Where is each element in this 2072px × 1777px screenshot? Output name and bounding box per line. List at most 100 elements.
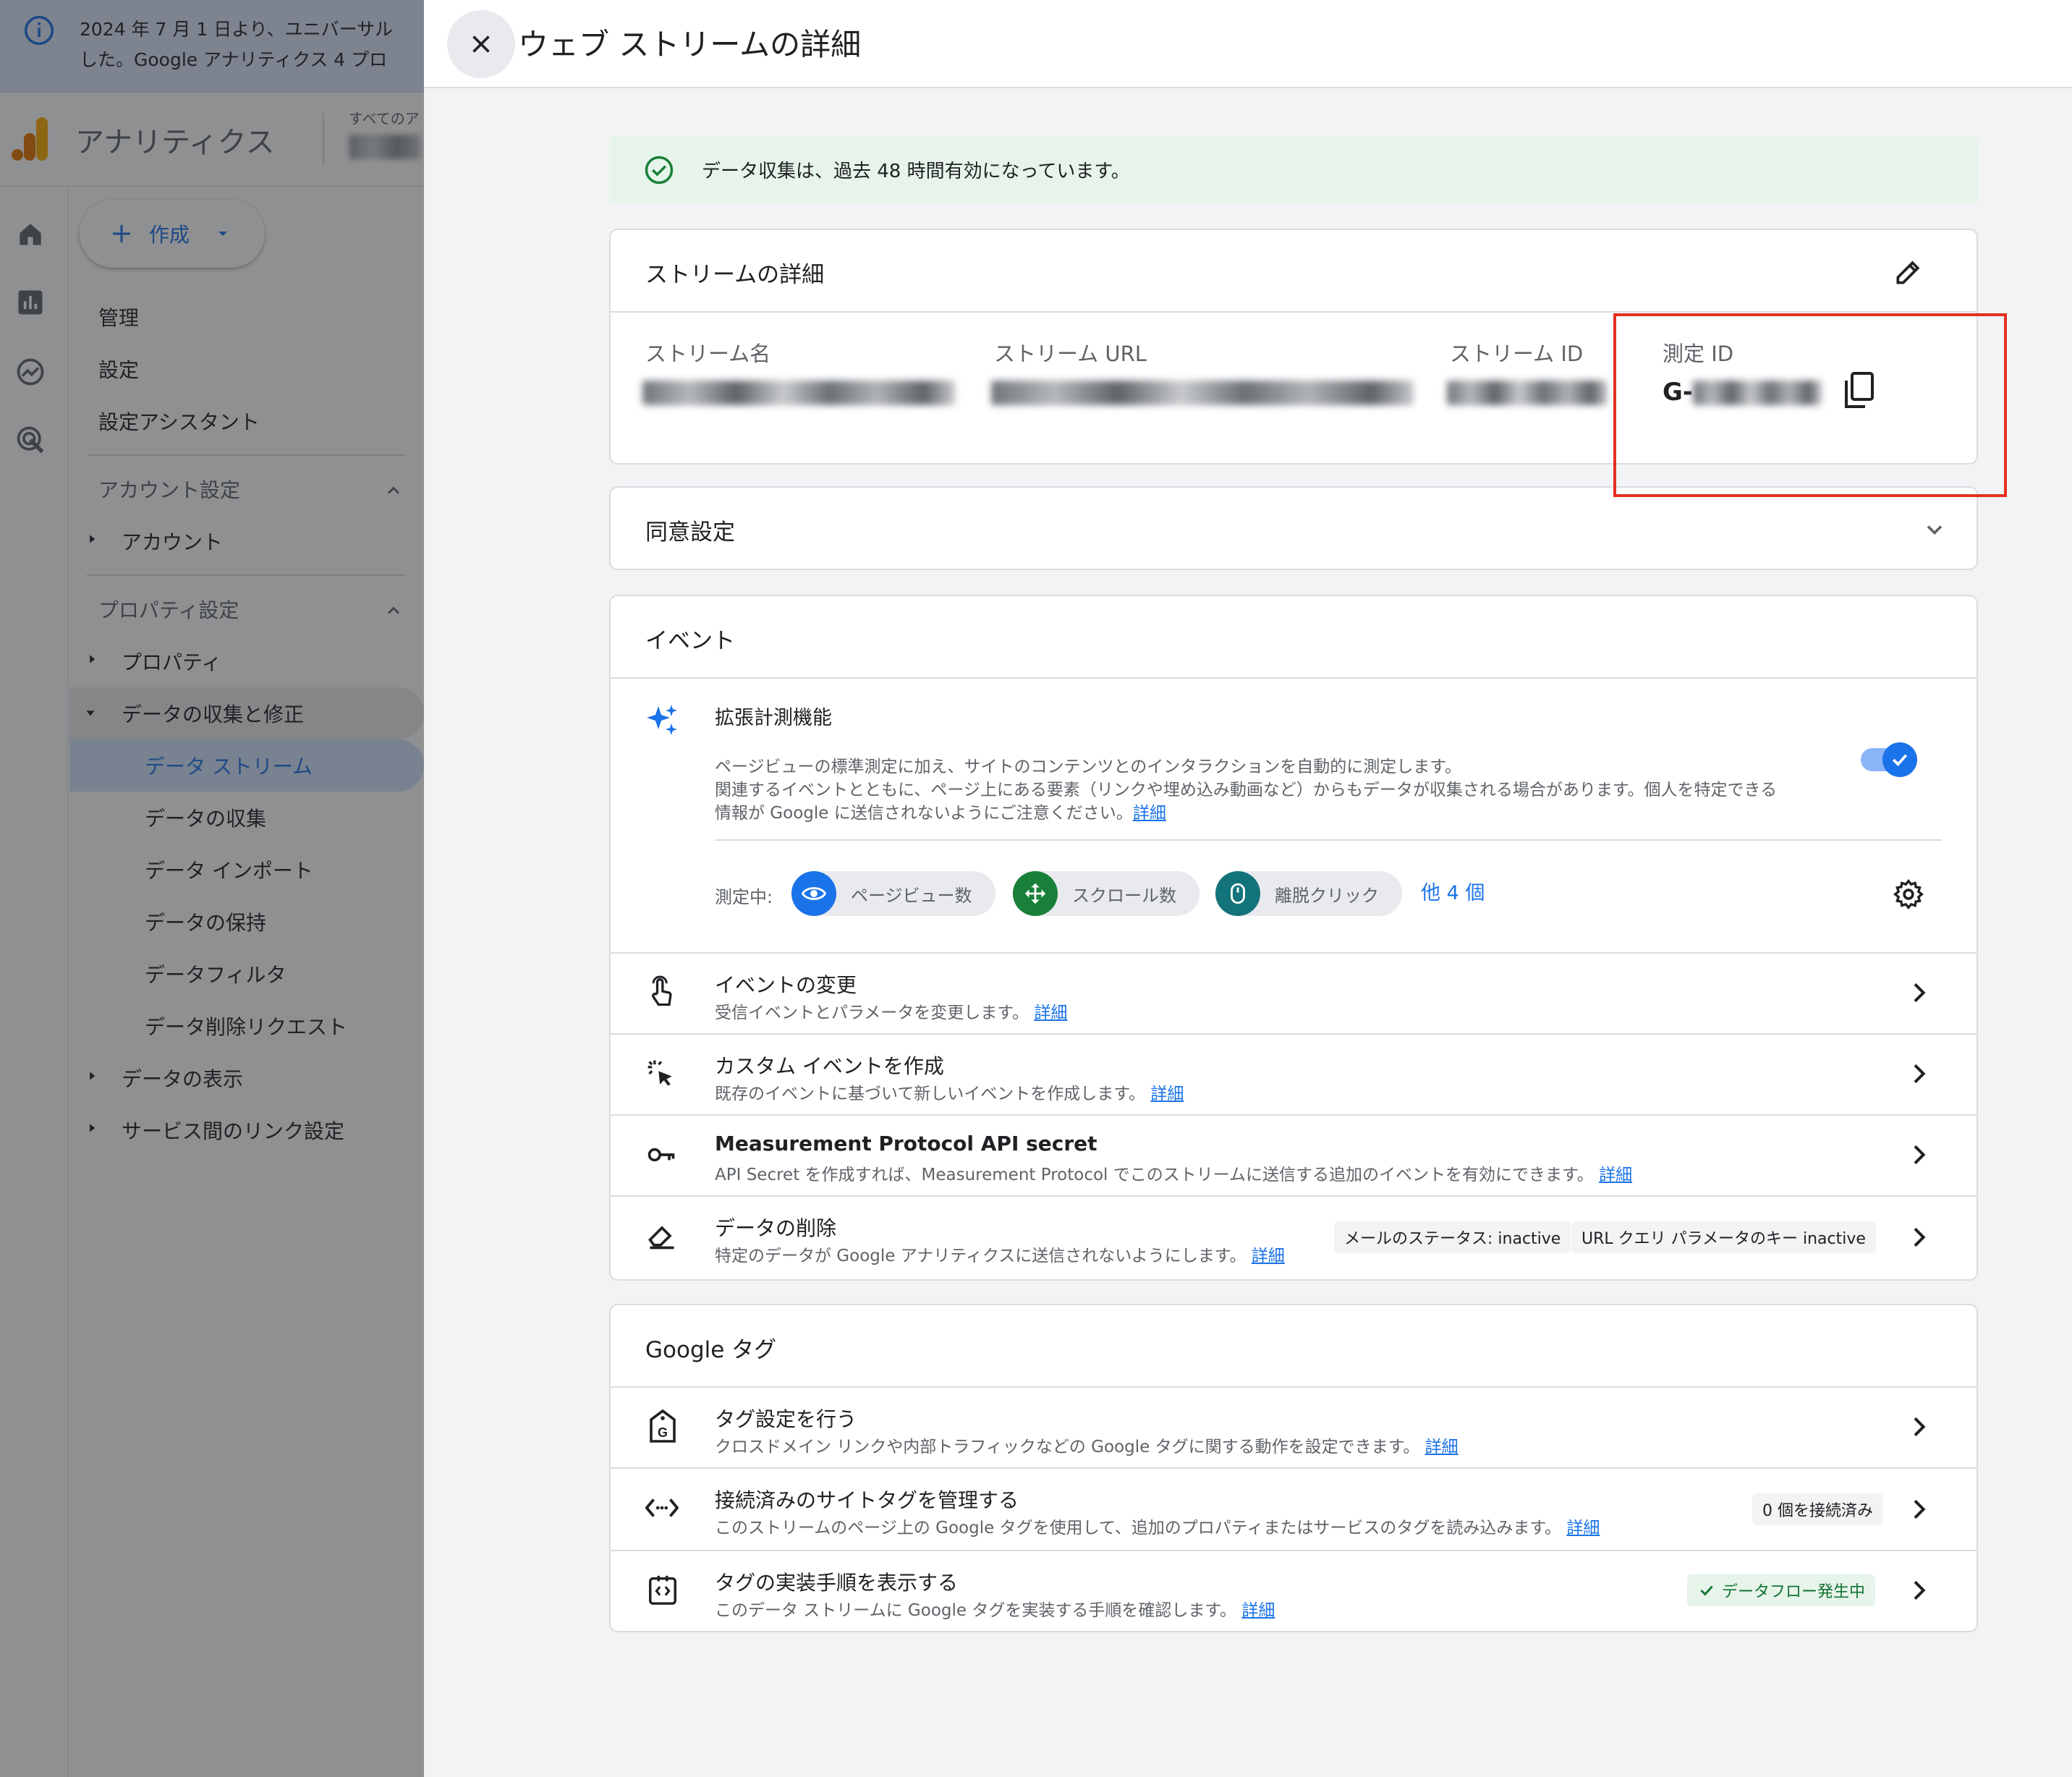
chevron-right-icon[interactable] — [1904, 978, 1933, 1007]
outbound-clicks-chip-label: 離脱クリック — [1275, 885, 1379, 906]
gear-icon[interactable] — [1893, 878, 1924, 910]
modify-events-desc-text: 受信イベントとパラメータを変更します。 — [715, 1004, 1029, 1022]
close-icon — [472, 35, 490, 53]
measurement-protocol-learn-more-link[interactable]: 詳細 — [1599, 1166, 1632, 1184]
measurement-protocol-row[interactable]: Measurement Protocol API secret API Secr… — [611, 1116, 1977, 1195]
create-custom-event-desc: 既存のイベントに基づいて新しいイベントを作成します。 詳細 — [715, 1080, 1184, 1104]
enhanced-measurement-desc-2: 関連するイベントとともに、ページ上にある要素（リンクや埋め込み動画など）からもデ… — [715, 781, 1778, 800]
stream-url-value-redacted — [991, 381, 1414, 405]
manage-connected-site-tags-row[interactable]: 接続済みのサイトタグを管理する このストリームのページ上の Google タグを… — [611, 1469, 1977, 1550]
code-box-icon — [647, 1573, 679, 1606]
data-redaction-title: データの削除 — [715, 1216, 837, 1240]
page-views-chip: ページビュー数 — [791, 871, 995, 916]
chevron-right-icon[interactable] — [1904, 1223, 1933, 1252]
measurement-protocol-desc: API Secret を作成すれば、Measurement Protocol で… — [715, 1161, 1632, 1185]
measurement-protocol-title: Measurement Protocol API secret — [715, 1132, 1097, 1155]
edit-pencil-icon[interactable] — [1893, 256, 1924, 288]
events-card: イベント 拡張計測機能 ページビューの標準測定に加え、サイトのコンテンツとのイン… — [609, 595, 1978, 1281]
eye-icon — [791, 871, 836, 916]
measuring-label: 測定中: — [715, 887, 773, 907]
configure-tag-settings-title: タグ設定を行う — [715, 1407, 857, 1431]
scroll-icon — [1013, 871, 1058, 916]
data-flowing-badge-text: データフロー発生中 — [1722, 1583, 1866, 1601]
measurement-protocol-desc-text: API Secret を作成すれば、Measurement Protocol で… — [715, 1166, 1594, 1184]
click-cursor-icon — [645, 1058, 677, 1090]
more-events-link[interactable]: 他 4 個 — [1421, 877, 1485, 905]
data-redaction-row[interactable]: データの削除 特定のデータが Google アナリティクスに送信されないようにし… — [611, 1197, 1977, 1278]
view-tag-instructions-learn-more-link[interactable]: 詳細 — [1241, 1601, 1275, 1620]
create-custom-event-title: カスタム イベントを作成 — [715, 1054, 944, 1078]
configure-tag-settings-row[interactable]: G タグ設定を行う クロスドメイン リンクや内部トラフィックなどの Google… — [611, 1388, 1977, 1467]
modify-events-learn-more-link[interactable]: 詳細 — [1034, 1004, 1067, 1022]
chevron-right-icon[interactable] — [1904, 1412, 1933, 1441]
toggle-knob-check-icon — [1882, 742, 1917, 777]
create-custom-event-desc-text: 既存のイベントに基づいて新しいイベントを作成します。 — [715, 1085, 1146, 1103]
enhanced-learn-more-link[interactable]: 詳細 — [1133, 804, 1166, 823]
code-arrows-icon — [645, 1493, 679, 1522]
manage-connected-site-tags-desc: このストリームのページ上の Google タグを使用して、追加のプロパティまたは… — [715, 1514, 1600, 1538]
data-redaction-desc-text: 特定のデータが Google アナリティクスに送信されないようにします。 — [715, 1247, 1247, 1265]
close-button[interactable] — [447, 10, 515, 78]
enhanced-measurement-desc-1: ページビューの標準測定に加え、サイトのコンテンツとのインタラクションを自動的に測… — [715, 758, 1462, 776]
modify-events-title: イベントの変更 — [715, 973, 857, 997]
sparkle-icon — [645, 702, 680, 737]
key-icon — [645, 1139, 677, 1171]
manage-connected-site-tags-desc-text: このストリームのページ上の Google タグを使用して、追加のプロパティまたは… — [715, 1519, 1562, 1538]
measurement-id-highlight-box — [1613, 313, 2007, 497]
view-tag-instructions-desc: このデータ ストリームに Google タグを実装する手順を確認します。 詳細 — [715, 1596, 1275, 1621]
enhanced-measurement-desc-3: 情報が Google に送信されないようにご注意ください。詳細 — [715, 799, 1166, 823]
card-divider — [611, 311, 1977, 313]
inner-divider — [715, 839, 1942, 841]
configure-tag-learn-more-link[interactable]: 詳細 — [1425, 1438, 1459, 1456]
enhanced-measurement-toggle[interactable] — [1861, 742, 1917, 777]
google-tag-card: Google タグ G タグ設定を行う クロスドメイン リンクや内部トラフィック… — [609, 1304, 1978, 1632]
view-tag-instructions-title: タグの実装手順を表示する — [715, 1571, 959, 1595]
stream-id-value-redacted — [1447, 381, 1608, 405]
modify-events-row[interactable]: イベントの変更 受信イベントとパラメータを変更します。 詳細 — [611, 954, 1977, 1033]
mouse-icon — [1215, 871, 1260, 916]
create-custom-event-learn-more-link[interactable]: 詳細 — [1150, 1085, 1184, 1103]
email-status-pill: メールのステータス: inactive — [1334, 1221, 1571, 1253]
stream-name-label: ストリーム名 — [645, 342, 771, 366]
configure-tag-settings-desc: クロスドメイン リンクや内部トラフィックなどの Google タグに関する動作を… — [715, 1433, 1459, 1457]
chevron-down-icon[interactable] — [1922, 517, 1948, 543]
outbound-clicks-chip: 離脱クリック — [1215, 871, 1402, 916]
view-tag-instructions-row[interactable]: タグの実装手順を表示する このデータ ストリームに Google タグを実装する… — [611, 1551, 1977, 1631]
connected-tags-count-badge: 0 個を接続済み — [1752, 1493, 1883, 1525]
panel-title: ウェブ ストリームの詳細 — [518, 27, 862, 62]
data-collection-status-banner: データ収集は、過去 48 時間有効になっています。 — [609, 136, 1978, 204]
chevron-right-icon[interactable] — [1904, 1495, 1933, 1524]
events-header: イベント — [645, 628, 735, 654]
stream-id-label: ストリーム ID — [1450, 342, 1584, 366]
stream-details-header: ストリームの詳細 — [645, 262, 825, 288]
web-stream-details-panel: ウェブ ストリームの詳細 データ収集は、過去 48 時間有効になっています。 ス… — [424, 0, 2072, 1777]
stream-name-value-redacted — [642, 381, 955, 405]
data-flowing-badge: データフロー発生中 — [1687, 1574, 1876, 1606]
page-views-chip-label: ページビュー数 — [851, 885, 972, 906]
enhanced-measurement-title: 拡張計測機能 — [715, 707, 832, 729]
modal-scrim[interactable] — [0, 0, 424, 1777]
data-redaction-desc: 特定のデータが Google アナリティクスに送信されないようにします。 詳細 — [715, 1242, 1285, 1266]
card-divider — [611, 677, 1977, 679]
consent-settings-header: 同意設定 — [645, 519, 735, 546]
consent-settings-card[interactable]: 同意設定 — [609, 486, 1978, 570]
modify-events-desc: 受信イベントとパラメータを変更します。 詳細 — [715, 998, 1067, 1023]
create-custom-event-row[interactable]: カスタム イベントを作成 既存のイベントに基づいて新しいイベントを作成します。 … — [611, 1035, 1977, 1114]
google-tag-icon: G — [648, 1409, 677, 1444]
configure-tag-settings-desc-text: クロスドメイン リンクや内部トラフィックなどの Google タグに関する動作を… — [715, 1438, 1420, 1456]
chevron-right-icon[interactable] — [1904, 1576, 1933, 1605]
eraser-icon — [645, 1220, 679, 1252]
svg-text:G: G — [658, 1425, 668, 1440]
stream-url-label: ストリーム URL — [994, 342, 1147, 366]
data-redaction-learn-more-link[interactable]: 詳細 — [1252, 1247, 1285, 1265]
enhanced-desc-3-text: 情報が Google に送信されないようにご注意ください。 — [715, 804, 1133, 823]
check-icon — [1700, 1585, 1713, 1596]
view-tag-instructions-desc-text: このデータ ストリームに Google タグを実装する手順を確認します。 — [715, 1601, 1237, 1620]
chevron-right-icon[interactable] — [1904, 1059, 1933, 1088]
check-circle-icon — [644, 155, 674, 185]
panel-header: ウェブ ストリームの詳細 — [424, 0, 2072, 88]
banner-text: データ収集は、過去 48 時間有効になっています。 — [702, 161, 1130, 182]
manage-site-tags-learn-more-link[interactable]: 詳細 — [1566, 1519, 1600, 1538]
url-query-param-status-pill: URL クエリ パラメータのキー inactive — [1571, 1221, 1876, 1253]
chevron-right-icon[interactable] — [1904, 1140, 1933, 1169]
